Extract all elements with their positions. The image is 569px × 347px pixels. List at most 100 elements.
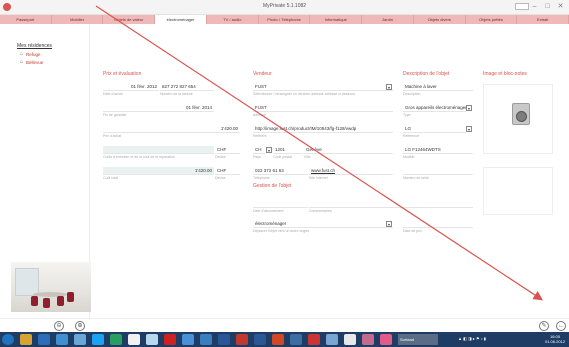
chevron-down-icon[interactable]: ▾ <box>466 105 472 111</box>
reference-label: Référent <box>253 134 267 138</box>
bottom-toolbar: ⊖ ⊕ ✎ ← <box>0 318 569 332</box>
app-icon-12[interactable] <box>326 334 338 345</box>
adresse-field[interactable]: FUST <box>253 104 393 112</box>
section-title-prix: Prix et évaluation <box>103 71 142 77</box>
chevron-down-icon[interactable]: ▾ <box>266 147 272 153</box>
section-title-vendeur: Vendeur <box>253 71 272 77</box>
acrobat-icon[interactable] <box>236 334 248 345</box>
tab-objets-pretes[interactable]: Objets prêtés <box>466 15 518 24</box>
system-tray[interactable]: ▲ ◧ ◨ ▸ ⚑ ♪ ▮ <box>458 336 486 341</box>
notes-box[interactable] <box>483 167 553 215</box>
close-icon[interactable]: ✕ <box>556 2 565 11</box>
washing-machine-icon <box>512 103 530 125</box>
section-title-gestion: Gestion de l'objet <box>253 183 292 189</box>
modele-label: Modèle <box>403 155 415 159</box>
app-icon-9[interactable] <box>218 334 230 345</box>
browser-icon[interactable] <box>92 334 104 345</box>
type-select[interactable]: Gros appareils électroménager <box>403 104 466 112</box>
pays-select[interactable]: CH <box>253 146 265 154</box>
code-postal-label: Code postal <box>273 155 292 159</box>
powerpoint-icon[interactable] <box>272 334 284 345</box>
description-label: Description <box>403 92 421 96</box>
app-icon-5[interactable] <box>128 334 140 345</box>
tab-electromenager[interactable]: électroménager <box>155 15 207 24</box>
ville-field[interactable]: Genève <box>304 146 393 154</box>
chevron-down-icon[interactable]: ▾ <box>386 84 392 90</box>
edit-icon[interactable]: ✎ <box>539 321 549 331</box>
app-icon-1[interactable] <box>38 334 50 345</box>
app-icon-10[interactable] <box>290 334 302 345</box>
cout-entretien-field[interactable] <box>103 146 214 154</box>
taskbar-active-item[interactable]: Sortead <box>398 334 438 345</box>
site-internet-link[interactable]: www.fust.ch <box>311 168 335 173</box>
home-icon: ⌂ <box>20 59 24 65</box>
explorer-icon[interactable] <box>20 334 32 345</box>
minimize-icon[interactable]: – <box>530 2 539 11</box>
tab-tv-audio[interactable]: TV / audio <box>207 15 259 24</box>
fin-garantie-field[interactable]: 01 févr. 2014 <box>103 104 214 112</box>
tab-informatique[interactable]: Informatique <box>310 15 363 24</box>
reference-label-2: Référence <box>403 134 420 138</box>
remove-residence-icon[interactable]: ⊖ <box>54 321 64 331</box>
tab-objets-de-valeur[interactable]: Objets de valeur <box>103 15 156 24</box>
sidebar-heading[interactable]: Mes résidences <box>17 43 52 49</box>
tab-extrait[interactable]: Extrait <box>517 15 569 24</box>
app-icon-7[interactable] <box>182 334 194 345</box>
start-icon[interactable] <box>2 334 14 345</box>
section-title-images: Image et bloc-notes <box>483 71 527 77</box>
prix-achat-field[interactable]: 1'420.00 <box>103 125 240 133</box>
marque-select[interactable]: LG <box>403 125 466 133</box>
categorie-select[interactable]: électroménager <box>253 220 393 228</box>
devise-field-2[interactable]: CHF <box>215 167 240 175</box>
numero-serie-field[interactable] <box>403 167 473 175</box>
date-abonnement-label: Date d'abonnement <box>253 209 284 213</box>
app-icon-6[interactable] <box>146 334 158 345</box>
telephone-label: Téléphone <box>253 176 270 180</box>
app-icon-2[interactable] <box>56 334 68 345</box>
app-icon-15[interactable] <box>380 334 392 345</box>
pays-label: Pays <box>253 155 261 159</box>
date-abonnement-field[interactable] <box>253 200 308 208</box>
chevron-down-icon[interactable]: ▾ <box>466 126 472 132</box>
ville-label: Ville <box>304 155 311 159</box>
categorie-label: Déplacer l'objet vers un autre onglet <box>253 229 309 233</box>
type-label: Type <box>403 113 411 117</box>
app-icon-3[interactable] <box>74 334 86 345</box>
code-postal-field[interactable]: 1201 <box>273 146 303 154</box>
chevron-down-icon[interactable]: ▾ <box>386 221 392 227</box>
description-field[interactable]: Machine à laver <box>403 83 473 91</box>
commentaires-field[interactable] <box>309 200 473 208</box>
add-residence-icon[interactable]: ⊕ <box>75 321 85 331</box>
tab-mobilier[interactable]: Mobilier <box>52 15 104 24</box>
tab-photo-telephonie[interactable]: Photo / Téléphonie <box>259 15 311 24</box>
app-icon-13[interactable] <box>344 334 356 345</box>
numero-facture-field[interactable]: 827 272 827 654 <box>160 83 214 91</box>
back-icon[interactable]: ← <box>556 321 566 331</box>
sidebar-item-bellevue[interactable]: ⌂ Bellevue <box>20 59 43 65</box>
reference-link-field[interactable]: http://image.fust.ch/product/IM/10543/fg… <box>253 125 393 133</box>
product-image[interactable] <box>483 84 553 154</box>
app-icon-4[interactable] <box>110 334 122 345</box>
modele-field[interactable]: LG F12464WDTS <box>403 146 473 154</box>
sidebar-item-refuge[interactable]: ⌂ Refuge <box>20 51 41 57</box>
toolbar-badge[interactable] <box>515 3 529 10</box>
maximize-icon[interactable]: □ <box>543 2 552 11</box>
app-icon-8[interactable] <box>200 334 212 345</box>
vendeur-select[interactable]: FUST <box>253 83 393 91</box>
cout-total-field[interactable]: 1'420.00 <box>103 167 214 175</box>
tab-objets-divers[interactable]: Objets divers <box>414 15 466 24</box>
clock-date: 01.06.2012 <box>544 339 565 344</box>
tab-jardin[interactable]: Jardin <box>362 15 414 24</box>
taskbar-clock[interactable]: 16:05 01.06.2012 <box>545 334 565 344</box>
devise-field-1[interactable]: CHF <box>215 146 240 154</box>
telephone-field[interactable]: 022 372 61 63 <box>253 167 308 175</box>
date-achat-field[interactable]: 01 févr. 2012 <box>103 83 159 91</box>
app-icon-11[interactable] <box>308 334 320 345</box>
tab-passeport[interactable]: Passeport <box>0 15 52 24</box>
site-internet-field[interactable]: www.fust.ch <box>309 167 393 175</box>
app-icon-14[interactable] <box>362 334 374 345</box>
date-prix-field[interactable] <box>403 220 473 228</box>
window-title: MyPrivate 5.1.1082 <box>262 3 307 9</box>
filezilla-icon[interactable] <box>164 334 176 345</box>
word-icon[interactable] <box>254 334 266 345</box>
